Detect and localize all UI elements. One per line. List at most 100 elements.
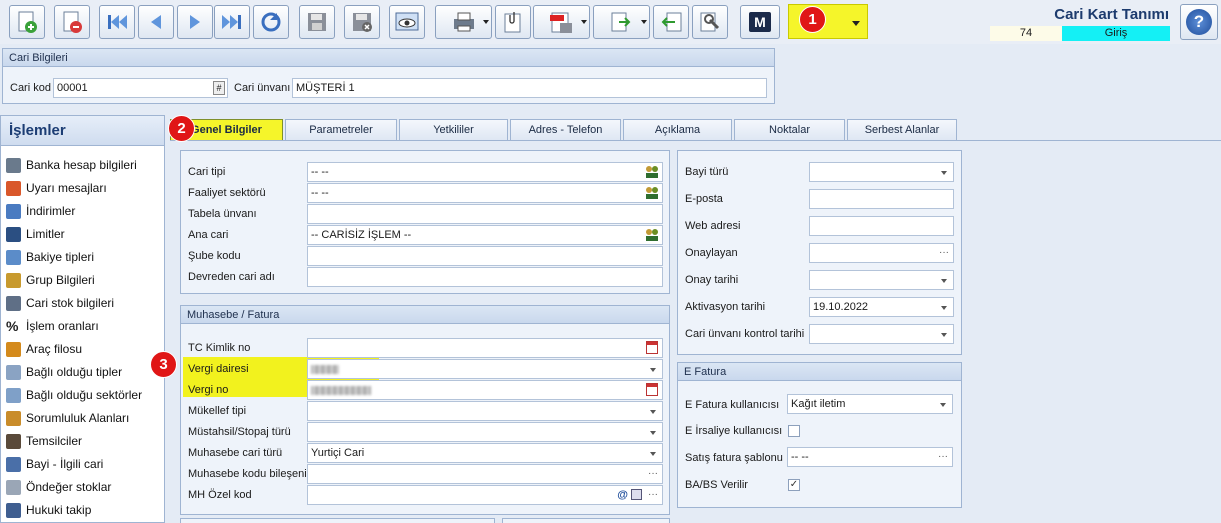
cari-kod-lookup-button[interactable]: # [213,81,225,95]
new-record-button[interactable] [9,5,45,39]
cari-tipi-input[interactable]: -- -- [307,162,663,182]
attach-button[interactable] [495,5,531,39]
muhasebe-kodu-input[interactable]: ··· [307,464,663,484]
web-adresi-input[interactable] [809,216,954,236]
sectors-icon [6,388,21,403]
sidebar-item-label: Limitler [26,227,65,241]
next-record-button[interactable] [177,5,213,39]
bayi-turu-select[interactable] [809,162,954,182]
devreden-cari-input[interactable] [307,267,663,287]
cari-tipi-label: Cari tipi [188,166,226,178]
refresh-button[interactable] [253,5,289,39]
tools-button[interactable] [692,5,728,39]
e-irsaliye-label: E İrsaliye kullanıcısı [685,425,783,437]
cancel-save-button[interactable] [344,5,380,39]
sidebar-item-oranlar[interactable]: % İşlem oranları [1,315,164,338]
tab-noktalar[interactable]: Noktalar [734,119,845,141]
sidebar-item-indirimler[interactable]: İndirimler [1,200,164,223]
faaliyet-sektoru-input[interactable]: -- -- [307,183,663,203]
save-button[interactable] [299,5,335,39]
babs-checkbox[interactable]: ✓ [788,479,800,491]
last-record-button[interactable] [214,5,250,39]
sidebar-item-label: İndirimler [26,204,76,218]
mukellef-tipi-select[interactable] [307,401,663,421]
sidebar-item-uyari[interactable]: Uyarı mesajları [1,177,164,200]
sidebar-item-stok[interactable]: Cari stok bilgileri [1,292,164,315]
sube-kodu-input[interactable] [307,246,663,266]
e-irsaliye-checkbox[interactable] [788,425,800,437]
vergi-dairesi-label: Vergi dairesi [188,363,249,375]
cari-kod-label: Cari kod [10,82,51,94]
sidebar-item-tipler[interactable]: Bağlı olduğu tipler [1,361,164,384]
onaylayan-input[interactable]: ··· [809,243,954,263]
mode-badge: Giriş [1062,26,1170,41]
ellipsis-icon[interactable]: ··· [938,448,948,466]
ellipsis-icon[interactable]: ··· [648,465,658,483]
vergi-no-input[interactable] [307,380,663,400]
tab-parametreler[interactable]: Parametreler [285,119,397,141]
sidebar-item-sorumluluk[interactable]: Sorumluluk Alanları [1,407,164,430]
chevron-down-icon [641,20,647,24]
import-button[interactable] [653,5,689,39]
tab-divider [170,140,1221,141]
eposta-input[interactable] [809,189,954,209]
sidebar-item-arac[interactable]: Araç filosu [1,338,164,361]
tab-serbest-alanlar[interactable]: Serbest Alanlar [847,119,957,141]
chevron-down-icon [852,21,860,26]
sidebar-item-grup[interactable]: Grup Bilgileri [1,269,164,292]
kontrol-tarihi-select[interactable] [809,324,954,344]
percent-icon: % [6,318,19,334]
sidebar-item-bakiye[interactable]: Bakiye tipleri [1,246,164,269]
chevron-down-icon [650,368,656,372]
aktivasyon-tarihi-select[interactable]: 19.10.2022 [809,297,954,317]
sidebar-item-ondeger[interactable]: Öndeğer stoklar [1,476,164,499]
mustahsil-select[interactable] [307,422,663,442]
sube-kodu-label: Şube kodu [188,250,241,262]
muhasebe-cari-turu-select[interactable]: Yurtiçi Cari [307,443,663,463]
help-button[interactable]: ? [1180,4,1218,40]
warning-icon [6,181,21,196]
sidebar-item-bayi[interactable]: Bayi - İlgili cari [1,453,164,476]
mh-ozel-kod-input[interactable]: @ ··· [307,485,663,505]
chevron-down-icon [941,306,947,310]
sidebar-item-hukuki[interactable]: Hukuki takip [1,499,164,522]
ellipsis-icon[interactable]: ··· [648,486,658,504]
satis-sablon-label: Satış fatura şablonu [685,452,783,464]
tabela-unvani-input[interactable] [307,204,663,224]
onay-tarihi-select[interactable] [809,270,954,290]
at-sign-icon[interactable]: @ [617,486,628,504]
prev-record-button[interactable] [138,5,174,39]
pdf-button[interactable] [533,5,590,39]
preview-button[interactable] [389,5,425,39]
tc-kimlik-input[interactable] [307,338,663,358]
sidebar-item-sektorler[interactable]: Bağlı olduğu sektörler [1,384,164,407]
first-record-button[interactable] [99,5,135,39]
ellipsis-icon[interactable]: ··· [939,244,949,262]
e-fatura-kullanici-select[interactable]: Kağıt iletim [787,394,953,414]
export-button[interactable] [593,5,650,39]
dealer-icon [6,457,21,472]
delete-record-button[interactable] [54,5,90,39]
cari-kod-input[interactable]: 00001 # [53,78,228,98]
help-icon: ? [1186,9,1212,35]
chevron-down-icon [650,431,656,435]
sidebar-item-banka[interactable]: Banka hesap bilgileri [1,154,164,177]
cari-unvani-input[interactable]: MÜŞTERİ 1 [292,78,767,98]
calendar-icon [646,341,658,354]
sidebar-item-limitler[interactable]: Limitler [1,223,164,246]
card-icon[interactable] [631,489,642,500]
cari-kod-value: 00001 [57,82,88,94]
vergi-dairesi-input[interactable] [307,359,663,379]
print-button[interactable] [435,5,492,39]
muhasebe-cari-turu-value: Yurtiçi Cari [311,447,365,459]
islemler-sidebar: İşlemler Banka hesap bilgileri Uyarı mes… [0,115,165,523]
tab-aciklama[interactable]: Açıklama [623,119,732,141]
ana-cari-input[interactable]: -- CARİSİZ İŞLEM -- [307,225,663,245]
sidebar-item-temsilciler[interactable]: Temsilciler [1,430,164,453]
satis-sablon-input[interactable]: -- -- ··· [787,447,953,467]
tab-adres-telefon[interactable]: Adres - Telefon [510,119,621,141]
people-lookup-icon [646,166,658,178]
tab-yetkililer[interactable]: Yetkililer [399,119,508,141]
print-icon [453,12,474,32]
m-button[interactable]: M [740,5,780,39]
